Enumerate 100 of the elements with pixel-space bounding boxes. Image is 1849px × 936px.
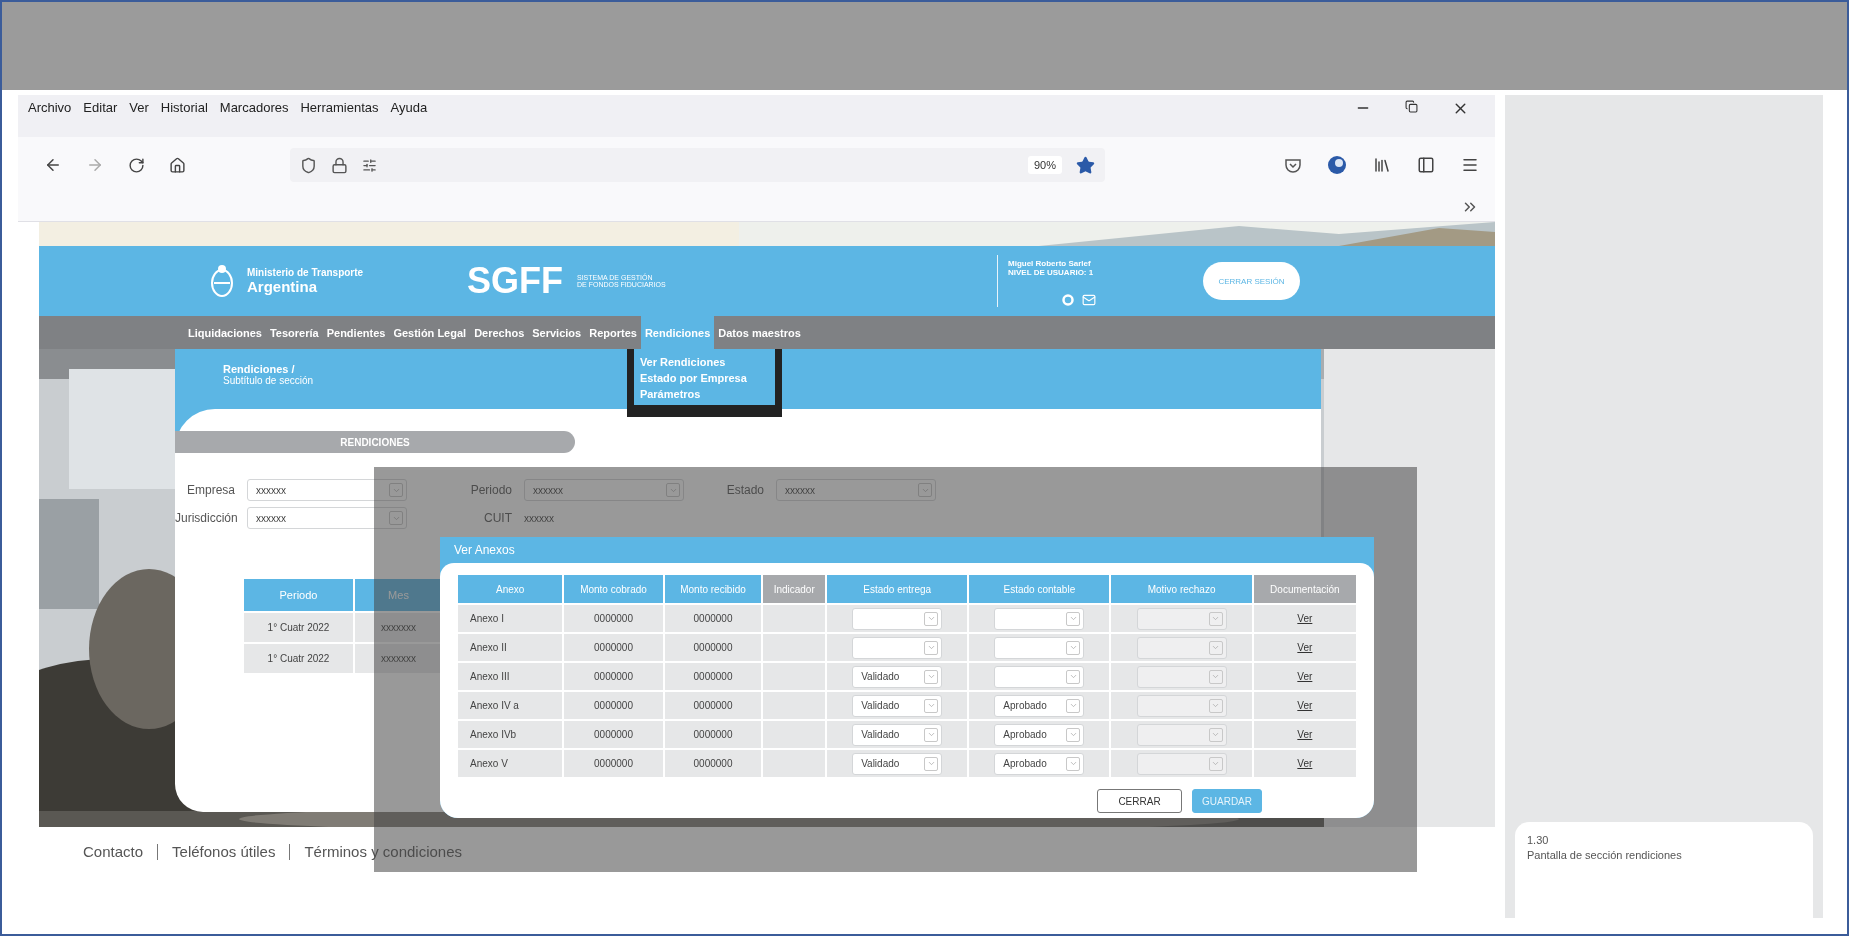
menu-icon[interactable]: [1461, 156, 1479, 174]
select-field[interactable]: xxxxxx: [524, 479, 684, 501]
table-cell: 0000000: [664, 634, 762, 661]
star-icon[interactable]: [1076, 155, 1095, 175]
filter-label: Jurisdicción: [175, 511, 235, 525]
account-icon[interactable]: [1327, 155, 1347, 175]
menu-item[interactable]: Ver: [129, 100, 149, 115]
sidebar-icon[interactable]: [1417, 156, 1435, 174]
table-cell: xxxxxxx: [355, 644, 442, 673]
caret-icon: [924, 756, 939, 771]
filter-label: Estado: [725, 483, 764, 497]
select-field[interactable]: [852, 636, 943, 659]
reload-icon[interactable]: [128, 156, 145, 174]
select-field[interactable]: [994, 607, 1085, 630]
nav-item[interactable]: Datos maestros: [714, 316, 805, 349]
view-link[interactable]: Ver: [1297, 758, 1313, 769]
view-link[interactable]: Ver: [1297, 729, 1313, 740]
table-cell: 0000000: [564, 605, 663, 632]
column-header: Estado contable: [969, 575, 1110, 603]
table-cell: Anexo I: [458, 605, 563, 632]
shield-icon[interactable]: [300, 156, 317, 174]
table-cell: Anexo IV a: [458, 692, 563, 719]
caret-icon: [918, 483, 932, 497]
column-header: Monto cobrado: [564, 575, 663, 603]
caret-icon: [1208, 698, 1223, 713]
home-icon[interactable]: [169, 156, 186, 174]
view-link[interactable]: Ver: [1297, 613, 1313, 624]
screen-number: 1.30: [1527, 834, 1550, 846]
nav-item[interactable]: Pendientes: [322, 316, 390, 349]
menu-item[interactable]: Archivo: [28, 100, 72, 115]
select-field[interactable]: Aprobado: [994, 694, 1085, 717]
select-field[interactable]: xxxxxx: [247, 479, 407, 501]
pocket-icon[interactable]: [1285, 157, 1301, 173]
caret-icon: [924, 669, 939, 684]
select-field[interactable]: Validado: [852, 752, 943, 775]
caret-icon: [1066, 756, 1081, 771]
nav-item[interactable]: Servicios: [528, 316, 586, 349]
caret-icon: [666, 483, 680, 497]
caret-icon: [1208, 669, 1223, 684]
user-name: Miguel Roberto Sarlef: [1008, 259, 1092, 268]
table-cell: 0000000: [664, 663, 762, 690]
filter-label: CUIT: [483, 511, 512, 525]
caret-icon: [1066, 640, 1081, 655]
section-subtitle: Subtítulo de sección: [223, 375, 314, 386]
library-icon[interactable]: [1373, 156, 1391, 174]
back-icon[interactable]: [44, 156, 62, 174]
column-header: Indicador: [763, 575, 826, 603]
view-link[interactable]: Ver: [1297, 671, 1313, 682]
table-cell: 0000000: [664, 721, 762, 748]
address-bar[interactable]: 90%: [290, 148, 1105, 182]
table-cell: 0000000: [664, 605, 762, 632]
select-field[interactable]: Aprobado: [994, 752, 1085, 775]
table-cell: xxxxxxx: [355, 613, 442, 642]
select-field[interactable]: Validado: [852, 723, 943, 746]
select-field[interactable]: Validado: [852, 694, 943, 717]
caret-icon: [1066, 698, 1081, 713]
nav-item[interactable]: Tesorería: [265, 316, 323, 349]
select-field[interactable]: Validado: [852, 665, 943, 688]
menu-item[interactable]: Historial: [160, 100, 208, 115]
caret-icon: [389, 511, 403, 525]
column-header: Anexo: [458, 575, 563, 603]
nav-item[interactable]: Gestión Legal: [389, 316, 471, 349]
footer-link[interactable]: Contacto: [83, 843, 144, 860]
table-cell: 1° Cuatr 2022: [244, 644, 353, 673]
user-level: NIVEL DE USUARIO: 1: [1008, 268, 1095, 277]
menu-item[interactable]: Marcadores: [219, 100, 289, 115]
table-cell: 0000000: [564, 634, 663, 661]
table-cell: Anexo III: [458, 663, 563, 690]
select-field[interactable]: xxxxxx: [247, 507, 407, 529]
select-field[interactable]: [994, 665, 1085, 688]
view-link[interactable]: Ver: [1297, 700, 1313, 711]
column-header: Estado entrega: [827, 575, 968, 603]
lock-icon[interactable]: [331, 156, 348, 174]
permissions-icon[interactable]: [362, 157, 377, 173]
select-field[interactable]: [994, 636, 1085, 659]
coat-of-arms-icon: [209, 263, 235, 299]
select-field[interactable]: [852, 607, 943, 630]
select-field[interactable]: Aprobado: [994, 723, 1085, 746]
select-field[interactable]: xxxxxx: [776, 479, 936, 501]
nav-item[interactable]: Derechos: [470, 316, 529, 349]
menu-item[interactable]: Herramientas: [300, 100, 379, 115]
table-cell: 0000000: [564, 692, 663, 719]
caret-icon: [1208, 640, 1223, 655]
table-cell: Anexo IVb: [458, 721, 563, 748]
column-header: Periodo: [244, 579, 353, 611]
column-header: Motivo rechazo: [1111, 575, 1252, 603]
table-cell: 0000000: [564, 750, 663, 777]
zoom-level[interactable]: 90%: [1027, 156, 1062, 174]
restore-icon[interactable]: [1405, 100, 1418, 113]
nav-item[interactable]: Liquidaciones: [184, 316, 266, 349]
table-cell: 0000000: [664, 692, 762, 719]
close-button[interactable]: CERRAR: [1097, 789, 1182, 813]
menu-item[interactable]: Ayuda: [390, 100, 428, 115]
view-link[interactable]: Ver: [1297, 642, 1313, 653]
menu-item[interactable]: Editar: [83, 100, 118, 115]
footer-link[interactable]: Teléfonos útiles: [172, 843, 276, 860]
caret-icon: [1066, 727, 1081, 742]
country-name: Argentina: [247, 278, 318, 295]
nav-item[interactable]: Reportes: [585, 316, 641, 349]
table-cell: 1° Cuatr 2022: [244, 613, 353, 642]
